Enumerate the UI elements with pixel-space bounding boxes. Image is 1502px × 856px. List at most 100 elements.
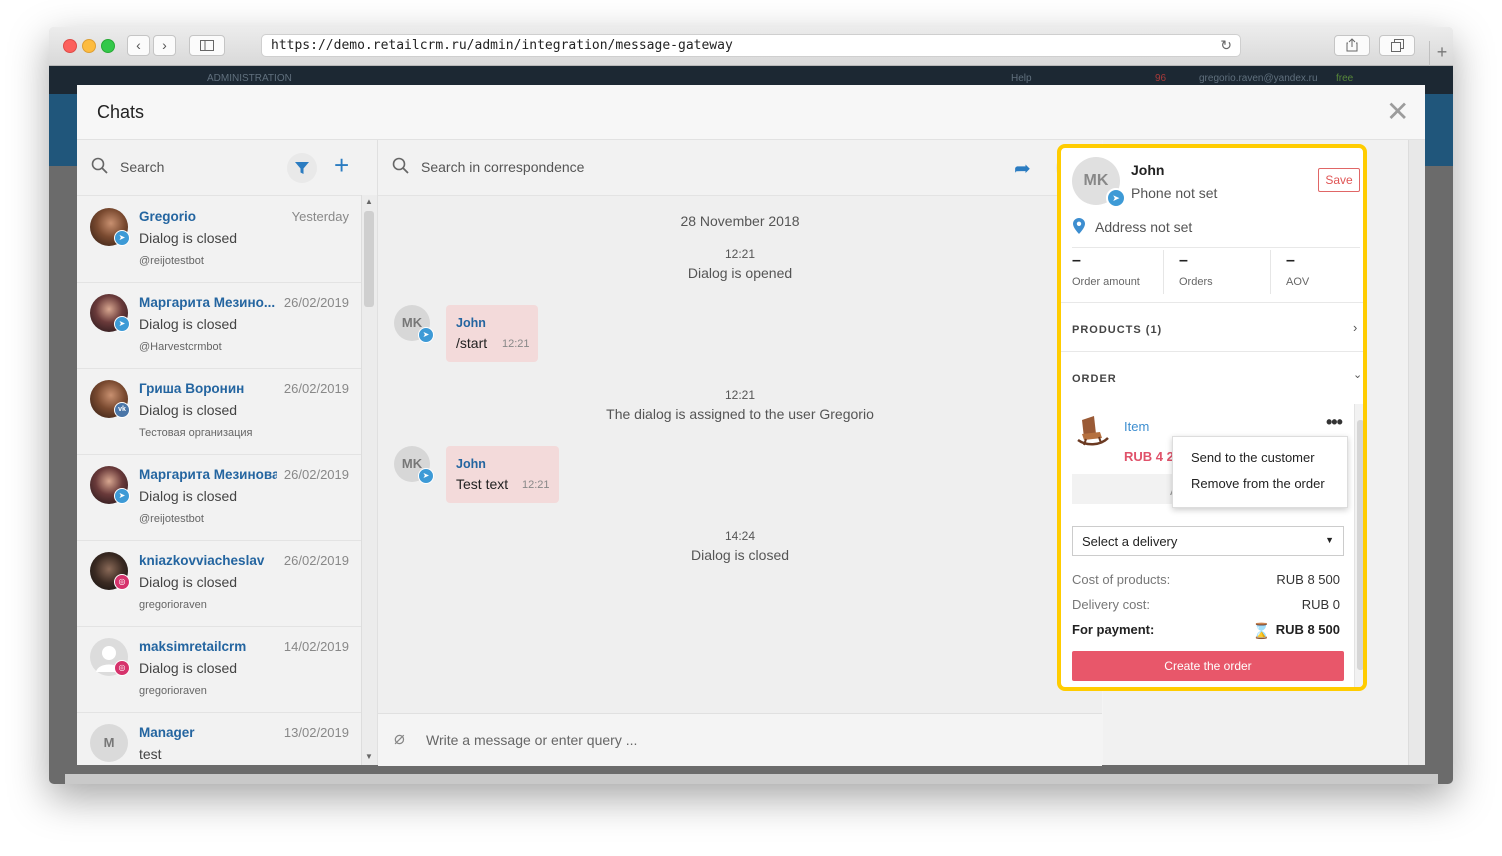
- chat-list-item[interactable]: ◎ kniazkovviacheslav 26/02/2019 Dialog i…: [77, 540, 361, 627]
- address-bar[interactable]: https://demo.retailcrm.ru/admin/integrat…: [261, 34, 1241, 57]
- scroll-down-icon[interactable]: ▼: [365, 752, 373, 761]
- browser-titlebar: ‹ › https://demo.retailcrm.ru/admin/inte…: [49, 27, 1453, 66]
- chevron-right-icon: ›: [162, 37, 167, 53]
- filter-icon: [295, 162, 309, 174]
- chat-status: Dialog is closed: [139, 660, 238, 676]
- customer-phone[interactable]: Phone not set: [1131, 185, 1217, 201]
- forward-icon[interactable]: ➦: [1014, 156, 1031, 181]
- chevron-right-icon[interactable]: ›: [1353, 320, 1357, 335]
- chat-date: 26/02/2019: [283, 553, 349, 568]
- stat-label: Orders: [1179, 276, 1213, 288]
- for-payment-value: RUB 8 500: [1275, 622, 1340, 637]
- stat-aov: – AOV: [1286, 252, 1363, 296]
- divider: [1061, 351, 1363, 352]
- chat-list-panel: Search + ➤ Gregorio Yesterday Dialog is …: [77, 140, 378, 765]
- chevron-left-icon: ‹: [136, 37, 141, 53]
- chat-list-item[interactable]: ➤ Маргарита Мезино... 26/02/2019 Dialog …: [77, 282, 361, 369]
- share-button[interactable]: [1334, 35, 1370, 56]
- reload-icon[interactable]: ↻: [1220, 37, 1232, 54]
- telegram-icon: ➤: [114, 316, 130, 332]
- chat-channel: gregorioraven: [139, 599, 207, 611]
- sidebar-icon: [200, 40, 214, 51]
- chat-status: Dialog is closed: [139, 230, 238, 246]
- event-time: 14:24: [724, 529, 756, 543]
- cost-of-products-value: RUB 8 500: [1276, 572, 1340, 587]
- telegram-icon: ➤: [418, 327, 434, 343]
- chevron-down-icon[interactable]: ⌄: [1353, 368, 1362, 381]
- event-text: The dialog is assigned to the user Grego…: [606, 406, 874, 422]
- remove-from-order-menu-item[interactable]: Remove from the order: [1191, 476, 1325, 491]
- message-text: Test text: [456, 476, 509, 492]
- filter-button[interactable]: [287, 153, 317, 183]
- message-time: 12:21: [502, 338, 530, 350]
- message-author: John: [456, 457, 486, 471]
- telegram-icon: ➤: [114, 488, 130, 504]
- chat-name: Gregorio: [139, 209, 197, 224]
- conversation-search-bar: Search in correspondence ➦ ···: [378, 140, 1102, 196]
- tabs-icon: [1390, 39, 1404, 52]
- chat-list-item[interactable]: vk Гриша Воронин 26/02/2019 Dialog is cl…: [77, 368, 361, 455]
- divider: [1072, 247, 1360, 248]
- back-button[interactable]: ‹: [127, 35, 150, 56]
- chat-list-item[interactable]: ◎ maksimretailcrm 14/02/2019 Dialog is c…: [77, 626, 361, 713]
- chat-search-input[interactable]: Search: [120, 159, 164, 175]
- minimize-window-button[interactable]: [82, 39, 96, 53]
- divider: [1163, 250, 1164, 294]
- sidebar-toggle-button[interactable]: [189, 35, 225, 56]
- scroll-up-icon[interactable]: ▲: [365, 197, 373, 206]
- telegram-icon: ➤: [114, 230, 130, 246]
- create-order-button[interactable]: Create the order: [1072, 651, 1344, 681]
- chat-date: 26/02/2019: [283, 381, 349, 396]
- new-tab-button[interactable]: +: [1429, 41, 1453, 66]
- customer-name[interactable]: John: [1131, 162, 1164, 178]
- instagram-icon: ◎: [114, 574, 130, 590]
- chat-date: 14/02/2019: [283, 639, 349, 654]
- stat-label: Order amount: [1072, 276, 1140, 288]
- scroll-thumb[interactable]: [364, 211, 374, 307]
- chat-channel: gregorioraven: [139, 685, 207, 697]
- chat-list-item[interactable]: ➤ Маргарита Мезинова 26/02/2019 Dialog i…: [77, 454, 361, 541]
- notification-count[interactable]: 96: [1155, 73, 1166, 84]
- delivery-select[interactable]: Select a delivery ▼: [1072, 526, 1344, 556]
- chat-status: Dialog is closed: [139, 402, 238, 418]
- forward-button[interactable]: ›: [153, 35, 176, 56]
- message-input[interactable]: Write a message or enter query ...: [426, 732, 637, 748]
- tabs-overview-button[interactable]: [1379, 35, 1415, 56]
- stat-label: AOV: [1286, 276, 1310, 288]
- url-text: https://demo.retailcrm.ru/admin/integrat…: [271, 38, 733, 53]
- chat-channel: @reijotestbot: [139, 513, 204, 525]
- conversation-search-input[interactable]: Search in correspondence: [421, 159, 584, 175]
- chat-channel: @reijotestbot: [139, 255, 204, 267]
- customer-address[interactable]: Address not set: [1095, 219, 1192, 235]
- item-options-button[interactable]: •••: [1326, 412, 1343, 433]
- customer-panel-scrollbar[interactable]: [1408, 140, 1425, 765]
- delivery-cost-value: RUB 0: [1301, 597, 1340, 612]
- close-window-button[interactable]: [63, 39, 77, 53]
- chat-list-item[interactable]: ➤ Gregorio Yesterday Dialog is closed @r…: [77, 196, 361, 283]
- paperclip-icon[interactable]: ⌀: [394, 728, 405, 749]
- send-to-customer-menu-item[interactable]: Send to the customer: [1191, 450, 1315, 465]
- order-item-price: RUB 4 2: [1124, 449, 1174, 464]
- user-email[interactable]: gregorio.raven@yandex.ru: [1199, 73, 1318, 84]
- order-item-name[interactable]: Item: [1124, 419, 1149, 434]
- event-text: Dialog is opened: [687, 265, 793, 281]
- stat-order-amount: – Order amount: [1072, 252, 1168, 296]
- new-chat-button[interactable]: +: [334, 150, 349, 180]
- chat-list-item[interactable]: M Manager 13/02/2019 test: [77, 712, 361, 765]
- chat-status: test: [139, 746, 162, 762]
- help-link[interactable]: Help: [1011, 73, 1032, 84]
- order-section-toggle[interactable]: ORDER: [1072, 373, 1117, 385]
- divider: [1061, 302, 1363, 303]
- chat-list-scrollbar[interactable]: ▲ ▼: [361, 195, 377, 765]
- event-time: 12:21: [724, 247, 756, 261]
- zoom-window-button[interactable]: [101, 39, 115, 53]
- order-scrollbar[interactable]: [1354, 404, 1363, 687]
- telegram-icon: ➤: [1106, 188, 1126, 208]
- close-modal-icon[interactable]: ✕: [1386, 98, 1409, 126]
- scroll-thumb[interactable]: [1357, 420, 1363, 670]
- plus-icon: +: [334, 150, 350, 180]
- save-button[interactable]: Save: [1318, 168, 1360, 192]
- message-text: /start: [456, 335, 488, 351]
- message-bubble: John /start 12:21: [446, 305, 538, 362]
- products-section-toggle[interactable]: PRODUCTS (1): [1072, 324, 1162, 336]
